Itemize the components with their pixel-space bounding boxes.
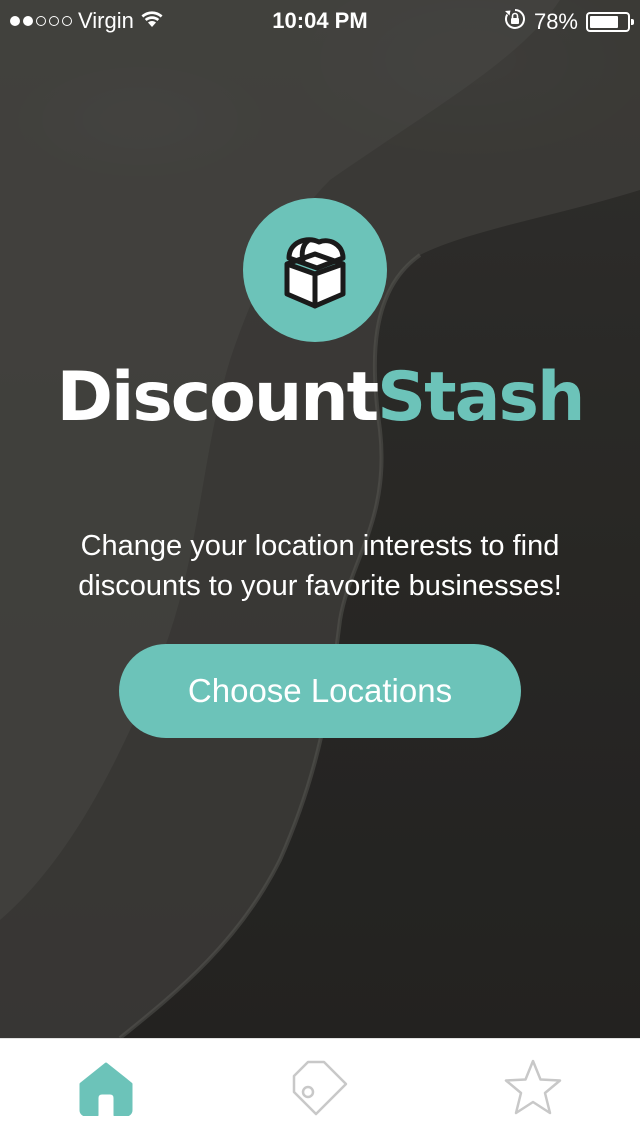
- wordmark-part1: Discount: [56, 358, 380, 437]
- tab-home[interactable]: [66, 1055, 146, 1121]
- status-right: 78%: [504, 8, 634, 36]
- choose-locations-label: Choose Locations: [187, 672, 453, 709]
- tab-favorites[interactable]: [493, 1055, 573, 1121]
- treasure-chest-icon: [284, 237, 346, 309]
- tagline: Change your location interests to find d…: [40, 526, 600, 606]
- tab-deals[interactable]: [280, 1055, 360, 1121]
- tab-bar: [0, 1038, 640, 1136]
- tagline-line-1: Change your location interests to find: [80, 530, 560, 562]
- battery-percent: 78%: [533, 9, 578, 34]
- home-icon: [79, 1062, 133, 1116]
- tagline-line-2: discounts to your favorite businesses!: [78, 570, 562, 602]
- app-wordmark: DiscountStash: [0, 358, 640, 438]
- choose-locations-button[interactable]: Choose Locations: [119, 644, 521, 738]
- app-screen: Virgin 10:04 PM 78% DiscountStash Change…: [0, 0, 640, 1136]
- status-bar: Virgin 10:04 PM 78%: [0, 0, 640, 40]
- battery-level-fill: [590, 16, 618, 28]
- wordmark-part2: Stash: [377, 358, 585, 437]
- tag-icon: [292, 1060, 348, 1116]
- battery-nub: [631, 19, 634, 25]
- battery-icon: [586, 12, 634, 32]
- logo-badge: [243, 198, 387, 342]
- orientation-lock-icon: [504, 8, 526, 36]
- star-icon: [504, 1059, 562, 1115]
- sea-foam-shape: [0, 0, 640, 1038]
- background-image: [0, 0, 640, 1038]
